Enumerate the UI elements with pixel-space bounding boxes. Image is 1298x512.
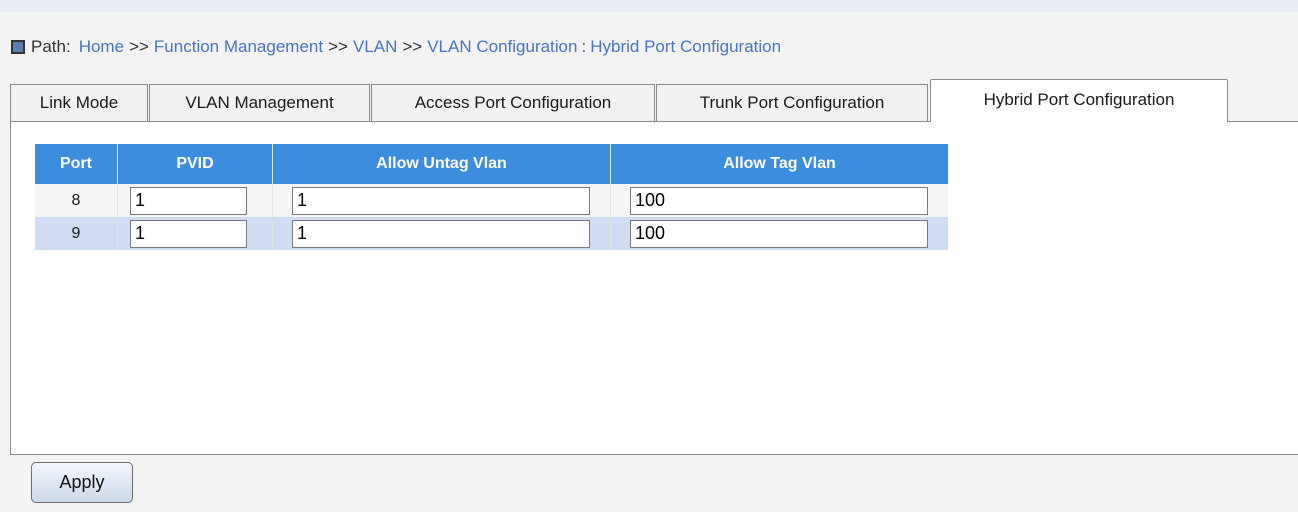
breadcrumb-separator: >> xyxy=(328,37,348,56)
breadcrumb-colon: : xyxy=(581,37,587,56)
pvid-input[interactable] xyxy=(130,186,247,215)
tab-panel: Port PVID Allow Untag Vlan Allow Tag Vla… xyxy=(10,121,1298,455)
table-header-row: Port PVID Allow Untag Vlan Allow Tag Vla… xyxy=(35,144,948,184)
breadcrumb: Path: Home >> Function Management >> VLA… xyxy=(11,36,781,58)
port-cell: 9 xyxy=(35,217,118,250)
column-header-allow-tag-vlan: Allow Tag Vlan xyxy=(610,144,948,184)
tab-trunk-port-configuration[interactable]: Trunk Port Configuration xyxy=(656,84,928,122)
breadcrumb-link-vlan[interactable]: VLAN xyxy=(353,37,397,57)
pvid-cell xyxy=(117,217,273,250)
pvid-cell xyxy=(117,184,273,217)
tab-access-port-configuration[interactable]: Access Port Configuration xyxy=(371,84,655,122)
tag-cell xyxy=(610,217,948,250)
breadcrumb-separator: >> xyxy=(402,37,423,56)
tab-link-mode[interactable]: Link Mode xyxy=(10,84,148,122)
allow-untag-vlan-input[interactable] xyxy=(292,186,590,215)
column-header-port: Port xyxy=(35,144,118,184)
untag-cell xyxy=(272,184,611,217)
allow-tag-vlan-input[interactable] xyxy=(630,219,928,248)
breadcrumb-link-vlan-configuration[interactable]: VLAN Configuration xyxy=(427,37,577,57)
column-header-pvid: PVID xyxy=(117,144,273,184)
breadcrumb-link-function-management[interactable]: Function Management xyxy=(154,37,323,57)
breadcrumb-label: Path: xyxy=(31,37,71,56)
pvid-input[interactable] xyxy=(130,219,247,248)
breadcrumb-current[interactable]: Hybrid Port Configuration xyxy=(590,37,781,57)
tag-cell xyxy=(610,184,948,217)
table-row: 9 xyxy=(35,217,948,250)
apply-button[interactable]: Apply xyxy=(31,462,133,503)
allow-untag-vlan-input[interactable] xyxy=(292,219,590,248)
top-strip xyxy=(0,0,1298,12)
port-cell: 8 xyxy=(35,184,118,217)
breadcrumb-separator: >> xyxy=(129,37,149,56)
untag-cell xyxy=(272,217,611,250)
table-row: 8 xyxy=(35,184,948,217)
breadcrumb-link-home[interactable]: Home xyxy=(79,37,124,57)
tab-hybrid-port-configuration[interactable]: Hybrid Port Configuration xyxy=(930,79,1228,122)
square-bullet-icon xyxy=(11,40,25,54)
hybrid-port-table: Port PVID Allow Untag Vlan Allow Tag Vla… xyxy=(35,144,948,250)
allow-tag-vlan-input[interactable] xyxy=(630,186,928,215)
tab-vlan-management[interactable]: VLAN Management xyxy=(149,84,370,122)
column-header-allow-untag-vlan: Allow Untag Vlan xyxy=(272,144,611,184)
